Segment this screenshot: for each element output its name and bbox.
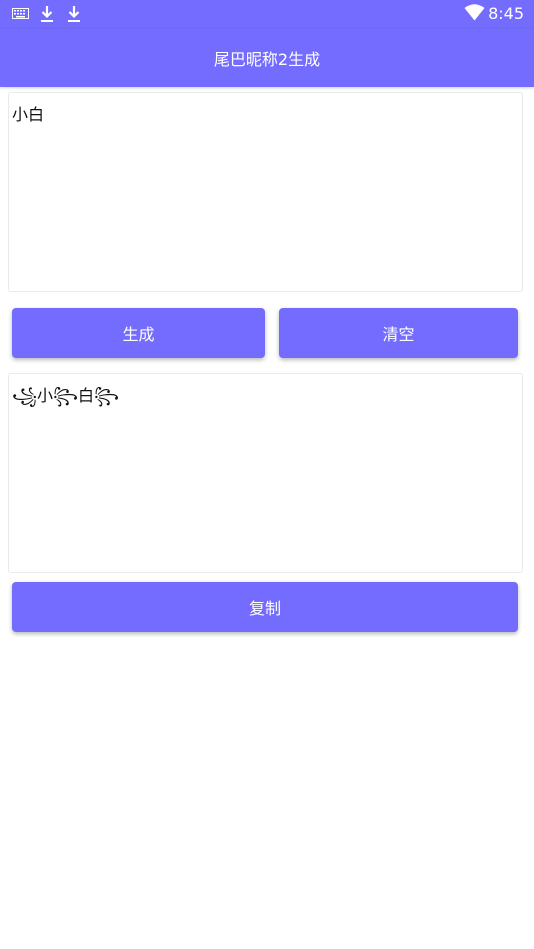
status-bar: 8:45 <box>0 0 534 29</box>
keyboard-icon <box>12 8 29 19</box>
wifi-icon <box>464 4 485 21</box>
nickname-input[interactable]: 小白 <box>8 92 523 292</box>
download-icon <box>40 5 54 23</box>
status-time: 8:45 <box>488 4 524 23</box>
nickname-output[interactable]: ꧁小꧂白꧂ <box>8 373 523 573</box>
page-title: 尾巴昵称2生成 <box>213 50 321 69</box>
generate-button[interactable]: 生成 <box>12 308 265 358</box>
download-icon <box>67 5 81 23</box>
app-bar: 尾巴昵称2生成 <box>0 29 534 87</box>
clear-button[interactable]: 清空 <box>279 308 518 358</box>
copy-button[interactable]: 复制 <box>12 582 518 632</box>
